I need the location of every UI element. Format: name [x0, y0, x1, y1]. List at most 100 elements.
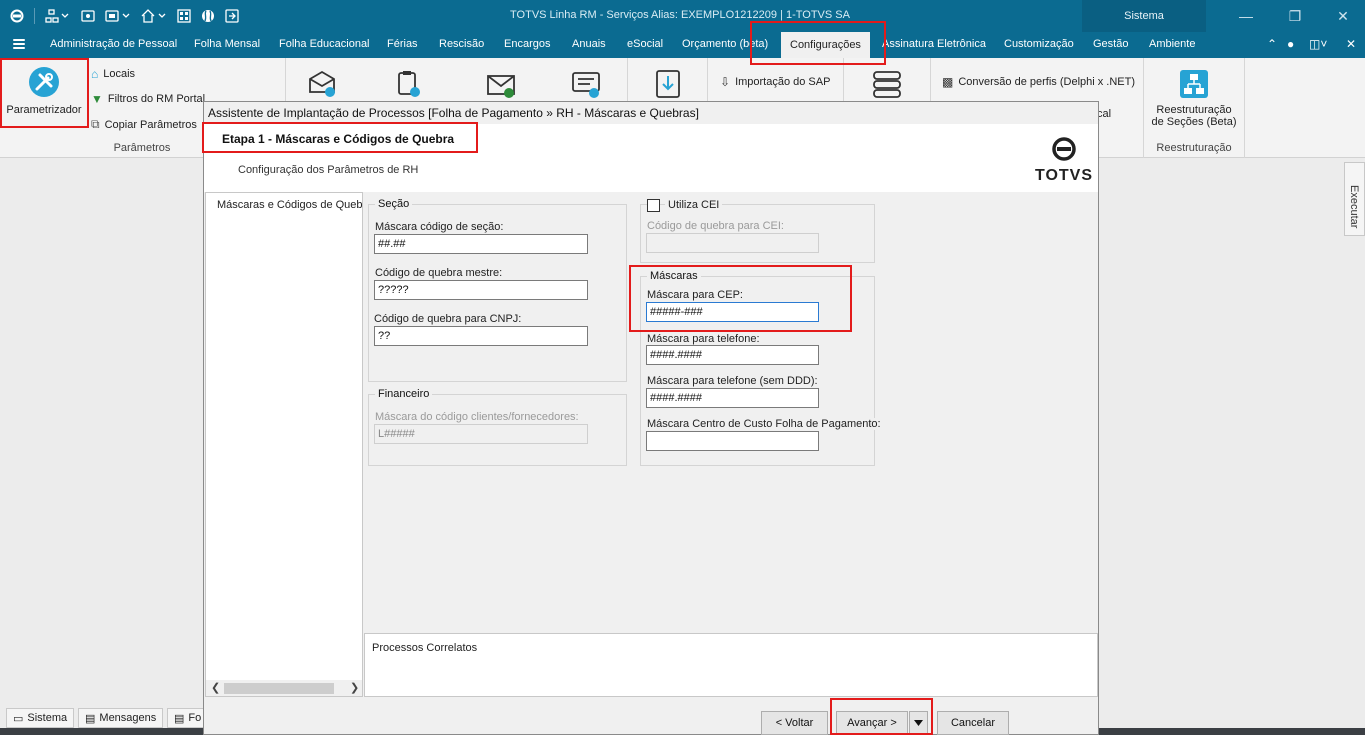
- mascara-centro-custo-label: Máscara Centro de Custo Folha de Pagamen…: [647, 418, 881, 430]
- scrollbar-thumb[interactable]: [224, 683, 334, 694]
- menu-folha-mensal[interactable]: Folha Mensal: [194, 38, 260, 50]
- filter-icon: ▼: [91, 92, 103, 106]
- menu-customizacao[interactable]: Customização: [1004, 38, 1074, 50]
- voltar-button[interactable]: < Voltar: [761, 711, 828, 735]
- exit-icon[interactable]: [225, 8, 239, 24]
- group-label-parametros: Parâmetros: [113, 142, 171, 154]
- minimize-icon[interactable]: —: [1221, 0, 1271, 32]
- menu-encargos[interactable]: Encargos: [504, 38, 550, 50]
- menu-orcamento[interactable]: Orçamento (beta): [682, 38, 768, 50]
- status-bar: ▭ Sistema ▤ Mensagens ▤ Fo: [0, 704, 210, 728]
- download-icon[interactable]: [652, 68, 684, 100]
- computer-icon: ▭: [13, 712, 24, 725]
- locais-label: Locais: [103, 68, 136, 80]
- wizard-dialog: Assistente de Implantação de Processos […: [203, 101, 1099, 735]
- mensagens-status-button[interactable]: ▤ Mensagens: [78, 708, 164, 728]
- tools-icon: [28, 66, 60, 98]
- eye-icon[interactable]: [81, 8, 95, 24]
- layout-dropdown-icon[interactable]: ◫˅: [1309, 37, 1327, 51]
- convert-icon: ▩: [942, 75, 954, 89]
- menu-esocial[interactable]: eSocial: [627, 38, 663, 50]
- menu-rescisao[interactable]: Rescisão: [439, 38, 484, 50]
- quebra-cnpj-input[interactable]: [374, 326, 588, 346]
- message-edit-icon[interactable]: [570, 68, 602, 100]
- network-dropdown-icon[interactable]: [45, 8, 69, 24]
- scroll-right-icon[interactable]: ❯: [350, 681, 359, 694]
- ribbon-separator: [1244, 58, 1245, 158]
- ribbon-separator: [1143, 58, 1144, 158]
- secao-group: Seção Máscara código de seção: Código de…: [368, 198, 627, 382]
- locais-button[interactable]: ⌂ Locais: [91, 67, 135, 81]
- form-content: Seção Máscara código de seção: Código de…: [364, 192, 1098, 632]
- menu-ferias[interactable]: Férias: [387, 38, 418, 50]
- avancar-button[interactable]: Avançar >: [836, 711, 908, 735]
- sistema-status-button[interactable]: ▭ Sistema: [6, 708, 75, 728]
- clipboard-check-icon[interactable]: [392, 68, 424, 100]
- mascara-cep-input[interactable]: [646, 302, 819, 322]
- mascara-telefone-sem-ddd-input[interactable]: [646, 388, 819, 408]
- help-globe-icon[interactable]: ●: [1287, 37, 1294, 51]
- sistema-status-label: Sistema: [27, 712, 68, 724]
- financeiro-legend: Financeiro: [375, 388, 433, 400]
- conversao-perfis-button[interactable]: ▩ Conversão de perfis (Delphi x .NET): [942, 75, 1135, 89]
- fo-status-button[interactable]: ▤ Fo: [167, 708, 207, 728]
- close-icon[interactable]: ✕: [1318, 0, 1365, 32]
- parametrizador-button[interactable]: Parametrizador: [2, 58, 86, 136]
- scroll-left-icon[interactable]: ❮: [211, 681, 220, 694]
- email-sync-icon[interactable]: [306, 68, 338, 100]
- parametrizador-label: Parametrizador: [6, 104, 82, 116]
- steps-tree: Máscaras e Códigos de Quebra ❮ ❯: [205, 192, 363, 697]
- import-icon: ⇩: [720, 75, 731, 89]
- mascara-secao-input[interactable]: [374, 234, 588, 254]
- quebra-cnpj-label: Código de quebra para CNPJ:: [374, 313, 522, 325]
- importacao-sap-label: Importação do SAP: [735, 76, 831, 88]
- totvs-logo: TOTVS: [1034, 136, 1094, 185]
- utiliza-cei-checkbox[interactable]: [647, 199, 660, 212]
- menu-toggle-icon[interactable]: [13, 39, 25, 51]
- server-list-icon[interactable]: [871, 68, 903, 100]
- reestruturacao-label-1: Reestruturação: [1156, 104, 1232, 116]
- tree-item-mascaras[interactable]: Máscaras e Códigos de Quebra: [212, 199, 362, 211]
- secao-legend: Seção: [375, 198, 413, 210]
- collapse-ribbon-icon[interactable]: ⌃: [1267, 37, 1277, 51]
- dialog-header: Etapa 1 - Máscaras e Códigos de Quebra C…: [204, 124, 1098, 192]
- close-tab-icon[interactable]: ✕: [1346, 37, 1356, 51]
- processos-correlatos-panel: Processos Correlatos: [364, 633, 1098, 697]
- copy-icon: ⧉: [91, 117, 100, 131]
- copiar-button[interactable]: ⧉ Copiar Parâmetros: [91, 117, 197, 132]
- importacao-sap-button[interactable]: ⇩ Importação do SAP: [720, 75, 830, 89]
- window-dropdown-icon[interactable]: [105, 8, 131, 24]
- reestruturacao-label-2: de Seções (Beta): [1151, 116, 1237, 128]
- conversao-perfis-label: Conversão de perfis (Delphi x .NET): [958, 76, 1136, 88]
- tree-horizontal-scrollbar[interactable]: ❮ ❯: [206, 680, 362, 696]
- totvs-app-icon[interactable]: [10, 8, 24, 24]
- home-icon: ⌂: [91, 67, 99, 81]
- menu-assinatura-eletronica[interactable]: Assinatura Eletrônica: [882, 38, 986, 50]
- mascara-telefone-input[interactable]: [646, 345, 819, 365]
- grid-icon[interactable]: [177, 8, 191, 24]
- quebra-mestre-input[interactable]: [374, 280, 588, 300]
- menu-administracao-pessoal[interactable]: Administração de Pessoal: [50, 38, 177, 50]
- menu-ambiente[interactable]: Ambiente: [1149, 38, 1195, 50]
- mascaras-group: Máscaras Máscara para CEP: Máscara para …: [640, 270, 881, 466]
- executar-side-tab[interactable]: Executar: [1344, 162, 1365, 236]
- quebra-cei-input: [646, 233, 819, 253]
- cei-group: Utiliza CEI Código de quebra para CEI:: [640, 199, 875, 263]
- restore-icon[interactable]: ❐: [1270, 0, 1320, 32]
- globe-icon[interactable]: [201, 8, 215, 24]
- avancar-dropdown-button[interactable]: [909, 711, 928, 735]
- menu-anuais[interactable]: Anuais: [572, 38, 606, 50]
- filtros-button[interactable]: ▼ Filtros do RM Portal: [91, 92, 205, 106]
- menu-folha-educacional[interactable]: Folha Educacional: [279, 38, 370, 50]
- cancelar-button[interactable]: Cancelar: [937, 711, 1009, 735]
- financeiro-group: Financeiro Máscara do código clientes/fo…: [368, 388, 627, 466]
- reestruturacao-button[interactable]: Reestruturação de Seções (Beta): [1146, 58, 1242, 136]
- email-forward-icon[interactable]: [485, 68, 517, 100]
- home-dropdown-icon[interactable]: [141, 8, 167, 24]
- mascara-telefone-sem-ddd-label: Máscara para telefone (sem DDD):: [647, 375, 818, 387]
- mascara-centro-custo-input[interactable]: [646, 431, 819, 451]
- system-panel-label[interactable]: Sistema: [1082, 0, 1206, 32]
- menu-configuracoes[interactable]: Configurações: [781, 32, 870, 58]
- utiliza-cei-label: Utiliza CEI: [665, 199, 723, 211]
- menu-gestao[interactable]: Gestão: [1093, 38, 1128, 50]
